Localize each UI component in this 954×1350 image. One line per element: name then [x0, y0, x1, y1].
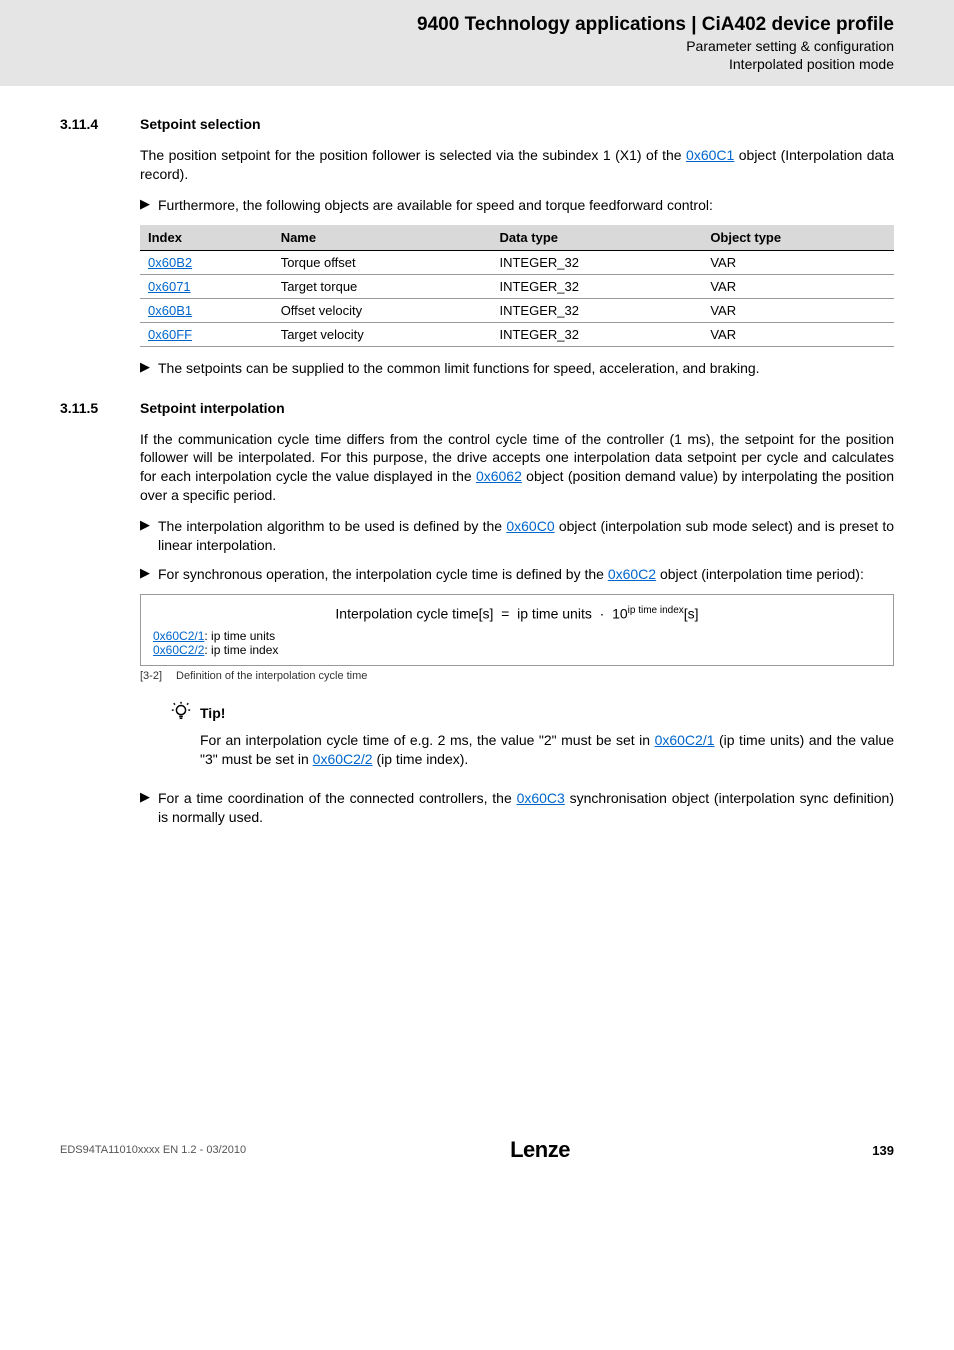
section-number: 3.11.5	[60, 400, 140, 416]
content-area: 3.11.4 Setpoint selection The position s…	[0, 86, 954, 857]
cell-name: Target velocity	[273, 322, 492, 346]
formula-refs: 0x60C2/1: ip time units 0x60C2/2: ip tim…	[153, 629, 881, 657]
bullet-item: ▶ The setpoints can be supplied to the c…	[140, 359, 894, 378]
table-row: 0x60B1 Offset velocity INTEGER_32 VAR	[140, 298, 894, 322]
object-link[interactable]: 0x60C2	[608, 566, 656, 582]
text: The interpolation algorithm to be used i…	[158, 518, 506, 534]
formula: Interpolation cycle time[s] = ip time un…	[153, 605, 881, 622]
object-link[interactable]: 0x60C2/2	[313, 751, 373, 767]
object-link[interactable]: 0x6071	[148, 279, 191, 294]
f-unit: [s]	[684, 605, 699, 621]
text: For synchronous operation, the interpola…	[158, 566, 608, 582]
caption-text: Definition of the interpolation cycle ti…	[176, 670, 367, 682]
section-number: 3.11.4	[60, 116, 140, 132]
object-link[interactable]: 0x60B2	[148, 255, 192, 270]
cell-ot: VAR	[702, 250, 894, 274]
col-index: Index	[140, 225, 273, 251]
object-link[interactable]: 0x60C2/2	[153, 643, 204, 657]
bullet-marker-icon: ▶	[140, 196, 158, 215]
tip-label: Tip!	[200, 705, 225, 721]
f-eq: =	[501, 605, 509, 621]
table-row: 0x6071 Target torque INTEGER_32 VAR	[140, 274, 894, 298]
formula-caption: [3-2] Definition of the interpolation cy…	[140, 670, 894, 682]
paragraph: If the communication cycle time differs …	[140, 430, 894, 506]
object-link[interactable]: 0x60C0	[506, 518, 554, 534]
object-link[interactable]: 0x6062	[476, 468, 522, 484]
object-link[interactable]: 0x60C1	[686, 147, 734, 163]
object-link[interactable]: 0x60C3	[517, 790, 565, 806]
table-row: 0x60B2 Torque offset INTEGER_32 VAR	[140, 250, 894, 274]
section-title: Setpoint selection	[140, 116, 261, 132]
caption-num: [3-2]	[140, 670, 162, 682]
object-link[interactable]: 0x60FF	[148, 327, 192, 342]
col-objtype: Object type	[702, 225, 894, 251]
cell-name: Offset velocity	[273, 298, 492, 322]
tip-head: Tip!	[170, 700, 894, 725]
cell-dt: INTEGER_32	[491, 274, 702, 298]
bullet-text: The setpoints can be supplied to the com…	[158, 359, 894, 378]
text: object (interpolation time period):	[656, 566, 864, 582]
f-dot: ·	[600, 605, 605, 621]
section-heading: 3.11.5 Setpoint interpolation	[60, 400, 894, 416]
cell-dt: INTEGER_32	[491, 250, 702, 274]
object-link[interactable]: 0x60B1	[148, 303, 192, 318]
header-sub2: Interpolated position mode	[20, 56, 894, 72]
formula-box: Interpolation cycle time[s] = ip time un…	[140, 594, 894, 667]
object-table: Index Name Data type Object type 0x60B2 …	[140, 225, 894, 347]
bullet-item: ▶ For synchronous operation, the interpo…	[140, 565, 894, 584]
footer-docinfo: EDS94TA11010xxxx EN 1.2 - 03/2010	[60, 1144, 246, 1156]
bullet-text: For a time coordination of the connected…	[158, 789, 894, 827]
cell-ot: VAR	[702, 322, 894, 346]
text: For a time coordination of the connected…	[158, 790, 517, 806]
object-link[interactable]: 0x60C2/1	[153, 629, 204, 643]
text: (ip time index).	[373, 751, 469, 767]
bullet-text: The interpolation algorithm to be used i…	[158, 517, 894, 555]
bullet-item: ▶ For a time coordination of the connect…	[140, 789, 894, 827]
cell-name: Target torque	[273, 274, 492, 298]
table-row: 0x60FF Target velocity INTEGER_32 VAR	[140, 322, 894, 346]
text: For an interpolation cycle time of e.g. …	[200, 732, 655, 748]
bullet-item: ▶ The interpolation algorithm to be used…	[140, 517, 894, 555]
bullet-marker-icon: ▶	[140, 517, 158, 555]
bullet-text: For synchronous operation, the interpola…	[158, 565, 894, 584]
page-number: 139	[834, 1143, 894, 1158]
section-title: Setpoint interpolation	[140, 400, 285, 416]
bullet-item: ▶ Furthermore, the following objects are…	[140, 196, 894, 215]
tip-body: For an interpolation cycle time of e.g. …	[200, 731, 894, 769]
bullet-text: Furthermore, the following objects are a…	[158, 196, 894, 215]
cell-dt: INTEGER_32	[491, 322, 702, 346]
lightbulb-icon	[170, 700, 192, 725]
text: : ip time index	[204, 643, 278, 657]
cell-name: Torque offset	[273, 250, 492, 274]
bullet-marker-icon: ▶	[140, 359, 158, 378]
text: : ip time units	[204, 629, 275, 643]
object-link[interactable]: 0x60C2/1	[655, 732, 715, 748]
bullet-marker-icon: ▶	[140, 565, 158, 584]
cell-ot: VAR	[702, 298, 894, 322]
page-footer: EDS94TA11010xxxx EN 1.2 - 03/2010 Lenze …	[0, 1117, 954, 1183]
f-rhs1: ip time units	[517, 605, 592, 621]
f-base: 10	[612, 605, 628, 621]
tip-block: Tip! For an interpolation cycle time of …	[170, 700, 894, 769]
f-lhs: Interpolation cycle time[s]	[335, 605, 493, 621]
col-name: Name	[273, 225, 492, 251]
f-exp: ip time index	[628, 605, 684, 616]
header-title: 9400 Technology applications | CiA402 de…	[20, 14, 894, 36]
page-header: 9400 Technology applications | CiA402 de…	[0, 0, 954, 86]
cell-dt: INTEGER_32	[491, 298, 702, 322]
table-header-row: Index Name Data type Object type	[140, 225, 894, 251]
section-heading: 3.11.4 Setpoint selection	[60, 116, 894, 132]
cell-ot: VAR	[702, 274, 894, 298]
paragraph: The position setpoint for the position f…	[140, 146, 894, 184]
header-sub1: Parameter setting & configuration	[20, 38, 894, 54]
lenze-logo: Lenze	[510, 1137, 570, 1162]
col-datatype: Data type	[491, 225, 702, 251]
bullet-marker-icon: ▶	[140, 789, 158, 827]
text: The position setpoint for the position f…	[140, 147, 686, 163]
footer-logo-wrap: Lenze	[246, 1137, 834, 1163]
